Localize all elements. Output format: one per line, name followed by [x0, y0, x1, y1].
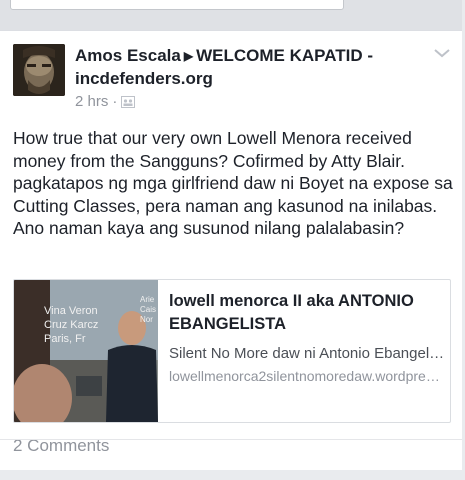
- post-timestamp[interactable]: 2 hrs: [75, 93, 108, 110]
- top-bar: [0, 0, 465, 30]
- author-name[interactable]: Amos Escala: [75, 46, 181, 65]
- search-input[interactable]: [10, 0, 344, 10]
- author-avatar[interactable]: [13, 44, 65, 96]
- link-description: Silent No More daw ni Antonio Ebangelist…: [169, 345, 445, 362]
- post-header: Amos Escala ▶ WELCOME KAPATID - incdefende…: [75, 45, 415, 89]
- group-audience-icon: [121, 95, 136, 108]
- thumbnail-image: Vina Veron Cruz Karcz Paris, Fr Arie Cais No…: [14, 280, 158, 422]
- feed-post: Amos Escala ▶ WELCOME KAPATID - incdefende…: [0, 30, 462, 470]
- post-meta: 2 hrs ·: [75, 93, 136, 110]
- meta-separator: ·: [112, 93, 118, 110]
- avatar-image: [13, 44, 65, 96]
- link-preview[interactable]: Vina Veron Cruz Karcz Paris, Fr Arie Cais No…: [13, 279, 451, 423]
- shared-to-arrow-icon: ▶: [183, 49, 194, 63]
- post-body: How true that our very own Lowell Menora…: [13, 128, 453, 239]
- link-thumbnail[interactable]: Vina Veron Cruz Karcz Paris, Fr Arie Cais No…: [14, 280, 158, 422]
- chevron-down-icon[interactable]: [432, 45, 452, 61]
- link-title[interactable]: lowell menorca II aka ANTONIO EBANGELIST…: [169, 290, 444, 336]
- link-url: lowellmenorca2silentnomoredaw.wordpress.…: [169, 368, 445, 384]
- post-divider: [0, 439, 462, 440]
- bottom-strip: [0, 470, 465, 480]
